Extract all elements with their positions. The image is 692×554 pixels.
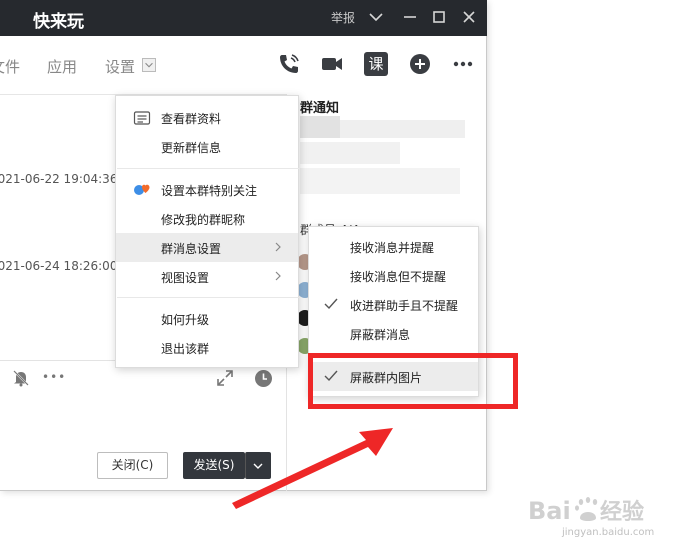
- add-chat-icon[interactable]: [408, 52, 432, 76]
- blurred-content: [300, 142, 400, 164]
- chevron-down-icon[interactable]: [365, 6, 387, 28]
- window-title: 快来玩: [33, 12, 84, 32]
- send-options-button[interactable]: [245, 452, 271, 479]
- settings-dropdown-icon[interactable]: [142, 58, 156, 72]
- video-icon[interactable]: [320, 52, 344, 76]
- blurred-content: [300, 168, 460, 194]
- menu-item-special-follow[interactable]: 设置本群特别关注: [116, 175, 298, 204]
- menu-item-edit-nickname[interactable]: 修改我的群昵称: [116, 204, 298, 233]
- send-button[interactable]: 发送(S): [183, 452, 245, 479]
- blurred-content: [300, 116, 340, 138]
- chevron-down-icon: [253, 463, 263, 469]
- message-timestamp: 2021-06-24 18:26:00: [0, 259, 118, 273]
- mute-bell-icon[interactable]: [12, 369, 30, 387]
- submenu-item-receive-silent[interactable]: 接收消息但不提醒: [309, 261, 478, 290]
- group-context-menu: 查看群资料 更新群信息 设置本群特别关注 修改我的群昵称 群消息设置 视图设置 …: [115, 95, 299, 368]
- tab-settings[interactable]: 设置: [105, 56, 135, 77]
- svg-text:Bai: Bai: [528, 497, 571, 525]
- annotation-highlight-box: [308, 353, 518, 409]
- watermark-url: jingyan.baidu.com: [562, 527, 655, 538]
- submenu-item-block-messages[interactable]: 屏蔽群消息: [309, 319, 478, 348]
- menu-separator: [117, 297, 299, 298]
- special-follow-icon: [134, 184, 150, 195]
- more-icon[interactable]: [451, 52, 475, 76]
- menu-item-group-message-settings[interactable]: 群消息设置: [116, 233, 298, 262]
- checkmark-icon: [324, 298, 338, 310]
- close-button[interactable]: 关闭(C): [97, 452, 168, 479]
- maximize-icon[interactable]: [428, 6, 450, 28]
- menu-item-view-settings[interactable]: 视图设置: [116, 262, 298, 291]
- chevron-right-icon: [275, 271, 281, 281]
- svg-text:经验: 经验: [600, 499, 644, 525]
- menu-item-view-group-profile[interactable]: 查看群资料: [116, 103, 298, 132]
- phone-icon[interactable]: [277, 52, 301, 76]
- expand-icon[interactable]: [216, 369, 234, 387]
- close-icon[interactable]: [458, 6, 480, 28]
- submenu-item-receive-notify[interactable]: 接收消息并提醒: [309, 232, 478, 261]
- profile-card-icon: [133, 111, 151, 125]
- title-bar: 快来玩 举报: [0, 0, 487, 36]
- menu-item-leave-group[interactable]: 退出该群: [116, 333, 298, 362]
- more-tools-icon[interactable]: •••: [42, 370, 66, 384]
- group-notice-title: 群通知: [300, 101, 340, 116]
- minimize-icon[interactable]: [399, 6, 421, 28]
- tab-apps[interactable]: 应用: [47, 56, 77, 77]
- blurred-content: [340, 120, 465, 138]
- menu-item-how-to-upgrade[interactable]: 如何升级: [116, 304, 298, 333]
- message-timestamp: 2021-06-22 19:04:36: [0, 172, 118, 186]
- menu-item-update-group-info[interactable]: 更新群信息: [116, 132, 298, 161]
- tab-file[interactable]: 文件: [0, 56, 20, 77]
- submenu-item-assistant-silent[interactable]: 收进群助手且不提醒: [309, 290, 478, 319]
- report-button[interactable]: 举报: [331, 9, 355, 26]
- course-icon[interactable]: 课: [364, 52, 388, 76]
- menu-separator: [117, 168, 299, 169]
- chevron-right-icon: [275, 242, 281, 252]
- history-clock-icon[interactable]: [254, 369, 273, 388]
